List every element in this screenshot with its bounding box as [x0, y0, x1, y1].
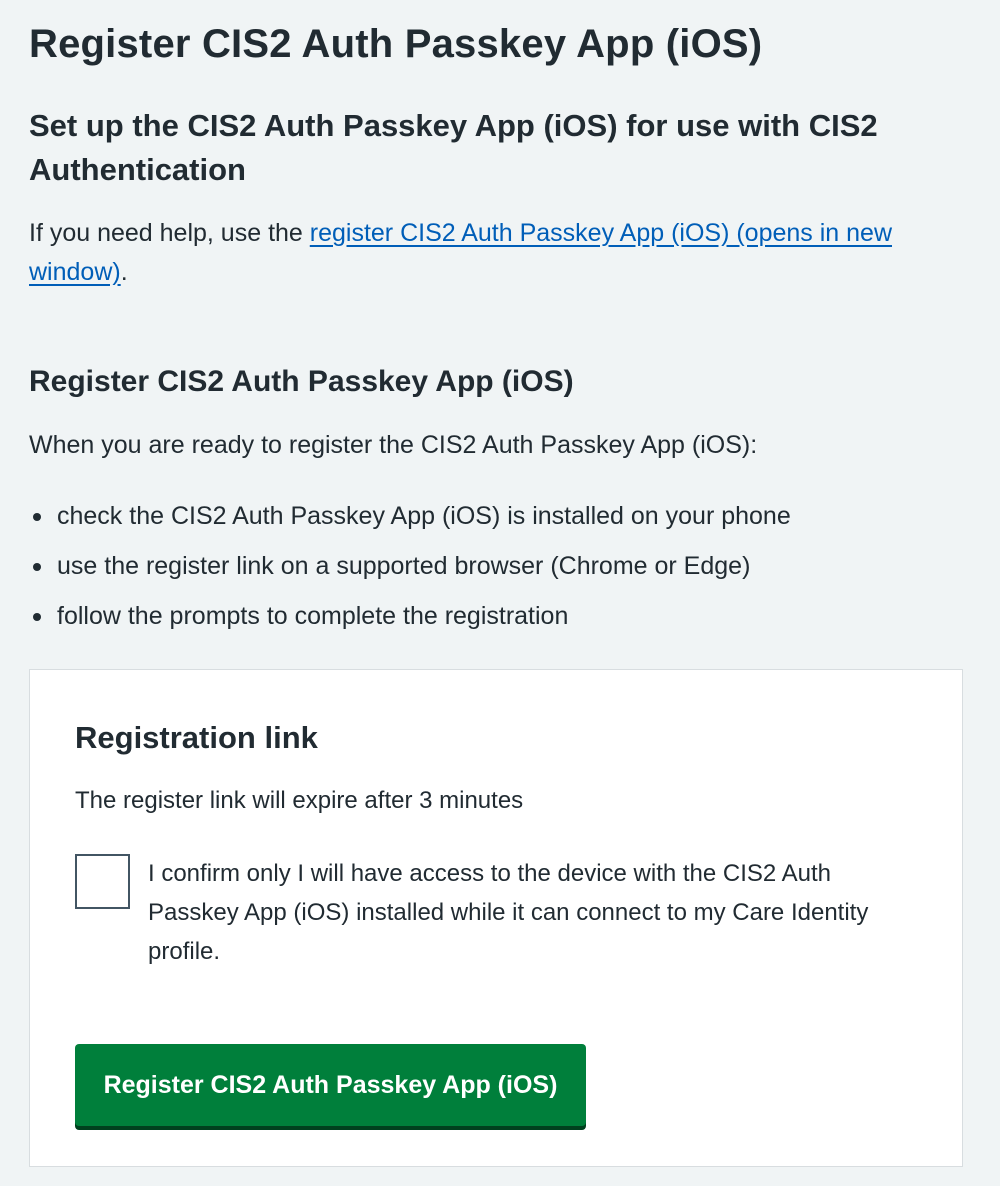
card-title: Registration link	[75, 720, 318, 755]
help-suffix: .	[120, 258, 128, 286]
help-text: If you need help, use the register CIS2 …	[29, 214, 949, 292]
confirm-checkbox-label[interactable]: I confirm only I will have access to the…	[148, 854, 908, 971]
list-item: follow the prompts to complete the regis…	[29, 597, 791, 647]
help-prefix: If you need help, use the	[29, 219, 310, 247]
expire-text: The register link will expire after 3 mi…	[75, 787, 524, 814]
page: Register CIS2 Auth Passkey App (iOS) Set…	[0, 0, 1000, 1186]
confirm-checkbox-group: I confirm only I will have access to the…	[75, 854, 868, 965]
section-title: Register CIS2 Auth Passkey App (iOS)	[29, 365, 574, 398]
registration-card: Registration link The register link will…	[29, 669, 963, 1167]
steps-list: check the CIS2 Auth Passkey App (iOS) is…	[29, 497, 791, 647]
section-intro: When you are ready to register the CIS2 …	[29, 431, 758, 459]
page-title: Register CIS2 Auth Passkey App (iOS)	[29, 22, 763, 66]
list-item: use the register link on a supported bro…	[29, 547, 791, 597]
register-button[interactable]: Register CIS2 Auth Passkey App (iOS)	[75, 1044, 586, 1126]
confirm-checkbox[interactable]	[75, 854, 130, 909]
page-subtitle: Set up the CIS2 Auth Passkey App (iOS) f…	[29, 108, 878, 187]
list-item: check the CIS2 Auth Passkey App (iOS) is…	[29, 497, 791, 547]
